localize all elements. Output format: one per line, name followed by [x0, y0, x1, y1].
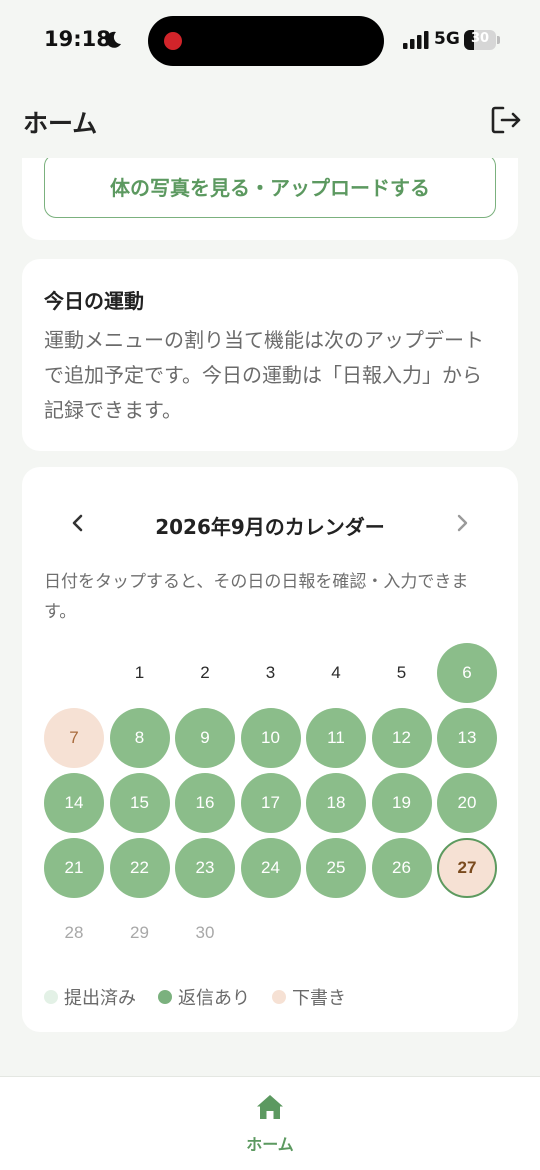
calendar-day[interactable]: 8: [109, 708, 170, 768]
calendar-day[interactable]: 3: [241, 643, 301, 703]
calendar-day[interactable]: 22: [109, 838, 170, 898]
nav-home-tab[interactable]: ホーム: [230, 1093, 310, 1157]
calendar-day[interactable]: 9: [175, 708, 235, 768]
legend-label: 提出済み: [64, 988, 136, 1009]
calendar-day[interactable]: 19: [371, 773, 432, 833]
calendar-day[interactable]: 13: [437, 708, 497, 768]
status-time: 19:18: [44, 27, 111, 51]
calendar-day[interactable]: 7: [44, 708, 104, 768]
today-exercise-card: 今日の運動 運動メニューの割り当て機能は次のアップデートで追加予定です。今日の運…: [22, 259, 518, 451]
calendar-day[interactable]: 6: [437, 643, 497, 703]
bottom-nav: ホーム: [0, 1076, 540, 1170]
calendar-day[interactable]: 27: [437, 838, 497, 898]
calendar-day[interactable]: 12: [371, 708, 432, 768]
status-bar: 19:18 5G 30: [0, 0, 540, 80]
network-label: 5G: [434, 29, 460, 49]
calendar-card: 2026年9月のカレンダー 日付をタップすると、その日の日報を確認・入力できます…: [22, 467, 518, 1032]
signal-icon: [403, 31, 429, 49]
logout-icon[interactable]: [488, 102, 524, 138]
calendar-day[interactable]: 11: [306, 708, 366, 768]
calendar-day[interactable]: 20: [437, 773, 497, 833]
calendar-day[interactable]: 5: [372, 643, 432, 703]
legend-dot-icon: [272, 990, 286, 1004]
calendar-day[interactable]: 10: [240, 708, 301, 768]
battery-level: 30: [470, 31, 490, 46]
calendar-day[interactable]: 25: [306, 838, 366, 898]
dynamic-island: [148, 16, 384, 66]
battery-icon: 30: [464, 30, 500, 50]
calendar-day[interactable]: 2: [175, 643, 235, 703]
recording-indicator: [164, 32, 182, 50]
legend-label: 下書き: [292, 988, 346, 1009]
calendar-day[interactable]: 24: [240, 838, 301, 898]
calendar-grid: 1 2 3 4 5 6 7 8 9 10 11 12 13 14 15 16 17 18 19 20 21 22 23 24 2…: [44, 643, 500, 963]
nav-home-label: ホーム: [246, 1135, 294, 1154]
view-upload-photo-button[interactable]: 体の写真を見る・アップロードする: [44, 158, 496, 218]
calendar-day[interactable]: 18: [306, 773, 366, 833]
calendar-day[interactable]: 28: [44, 903, 104, 963]
legend-item: 提出済み: [44, 984, 136, 1010]
calendar-day[interactable]: 1: [110, 643, 170, 703]
app-header: ホーム: [0, 96, 540, 156]
chevron-right-icon[interactable]: [446, 507, 478, 539]
legend-dot-icon: [44, 990, 58, 1004]
calendar-day[interactable]: 21: [44, 838, 104, 898]
main-content[interactable]: 体の写真を見る・アップロードする 今日の運動 運動メニューの割り当て機能は次のア…: [0, 158, 540, 1076]
legend-label: 返信あり: [178, 988, 250, 1009]
calendar-hint: 日付をタップすると、その日の日報を確認・入力できます。: [44, 572, 469, 622]
calendar-day[interactable]: 4: [306, 643, 366, 703]
chevron-left-icon[interactable]: [62, 507, 94, 539]
home-icon: [257, 1095, 283, 1119]
exercise-title: 今日の運動: [44, 289, 144, 313]
calendar-day[interactable]: 15: [109, 773, 170, 833]
moon-icon: [106, 31, 121, 48]
legend-item: 返信あり: [158, 984, 250, 1010]
calendar-day[interactable]: 23: [175, 838, 235, 898]
calendar-day[interactable]: 16: [175, 773, 235, 833]
calendar-day[interactable]: 29: [110, 903, 170, 963]
photo-card: 体の写真を見る・アップロードする: [22, 158, 518, 240]
calendar-day[interactable]: 17: [240, 773, 301, 833]
calendar-title: 2026年9月のカレンダー: [155, 515, 385, 539]
calendar-day[interactable]: 14: [44, 773, 104, 833]
exercise-description: 運動メニューの割り当て機能は次のアップデートで追加予定です。今日の運動は「日報入…: [44, 328, 484, 422]
calendar-legend: 提出済み 返信あり 下書き: [44, 984, 500, 1010]
legend-item: 下書き: [272, 984, 346, 1010]
calendar-day[interactable]: 26: [371, 838, 432, 898]
page-title: ホーム: [23, 109, 98, 138]
calendar-day[interactable]: 30: [175, 903, 235, 963]
legend-dot-icon: [158, 990, 172, 1004]
